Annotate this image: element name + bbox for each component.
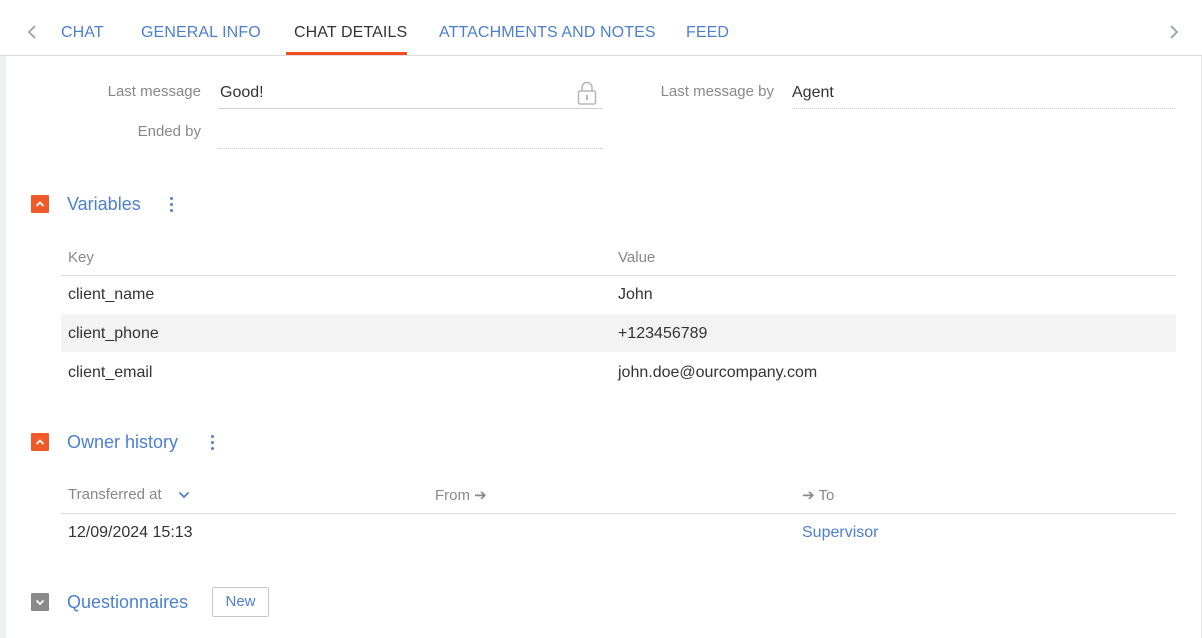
chevron-down-icon[interactable] — [177, 488, 191, 502]
tab-chat-details[interactable]: CHAT DETAILS — [294, 22, 407, 44]
new-questionnaire-button[interactable]: New — [212, 587, 269, 617]
last-message-field — [218, 108, 603, 109]
variables-section-title[interactable]: Variables — [67, 194, 141, 215]
left-panel-edge — [0, 0, 6, 638]
tab-feed[interactable]: FEED — [686, 22, 729, 44]
tab-general-info[interactable]: GENERAL INFO — [141, 22, 261, 44]
variable-value[interactable]: john.doe@ourcompany.com — [618, 364, 817, 382]
transferred-at-cell[interactable]: 12/09/2024 15:13 — [68, 524, 193, 542]
owner-history-column-transferred-at[interactable]: Transferred at — [68, 486, 162, 503]
variables-header-divider — [61, 275, 1176, 276]
tab-bar: CHAT GENERAL INFO CHAT DETAILS ATTACHMEN… — [0, 0, 1202, 56]
chevron-right-icon[interactable] — [1164, 20, 1184, 44]
owner-history-section-title[interactable]: Owner history — [67, 432, 178, 453]
last-message-value: Good! — [220, 84, 264, 101]
last-message-label: Last message — [107, 83, 201, 100]
owner-history-header-divider — [61, 513, 1176, 514]
variable-key[interactable]: client_email — [68, 364, 152, 382]
last-message-by-value[interactable]: Agent — [792, 84, 834, 102]
chevron-left-icon[interactable] — [22, 20, 42, 44]
variable-value[interactable]: John — [618, 286, 653, 304]
lock-icon — [576, 80, 598, 106]
variables-column-key[interactable]: Key — [68, 249, 94, 266]
questionnaires-expand-toggle[interactable] — [31, 593, 49, 611]
last-message-by-field — [792, 108, 1175, 109]
to-cell-link[interactable]: Supervisor — [802, 524, 878, 542]
tab-chat[interactable]: CHAT — [61, 22, 104, 44]
owner-history-menu-icon[interactable] — [207, 433, 219, 453]
questionnaires-section-title[interactable]: Questionnaires — [67, 592, 188, 613]
variables-menu-icon[interactable] — [166, 195, 178, 215]
ended-by-field — [218, 148, 603, 149]
variables-column-value[interactable]: Value — [618, 249, 655, 266]
ended-by-label: Ended by — [137, 123, 201, 140]
tab-attachments-and-notes[interactable]: ATTACHMENTS AND NOTES — [439, 22, 656, 44]
variable-key[interactable]: client_name — [68, 286, 154, 304]
variables-collapse-toggle[interactable] — [31, 195, 49, 213]
variable-value[interactable]: +123456789 — [618, 325, 707, 343]
last-message-by-label: Last message by — [660, 83, 774, 100]
owner-history-column-to[interactable]: ➔ To — [802, 486, 834, 504]
owner-history-collapse-toggle[interactable] — [31, 433, 49, 451]
owner-history-column-from[interactable]: From ➔ — [435, 486, 487, 504]
active-tab-indicator — [286, 52, 407, 55]
variable-key[interactable]: client_phone — [68, 325, 159, 343]
